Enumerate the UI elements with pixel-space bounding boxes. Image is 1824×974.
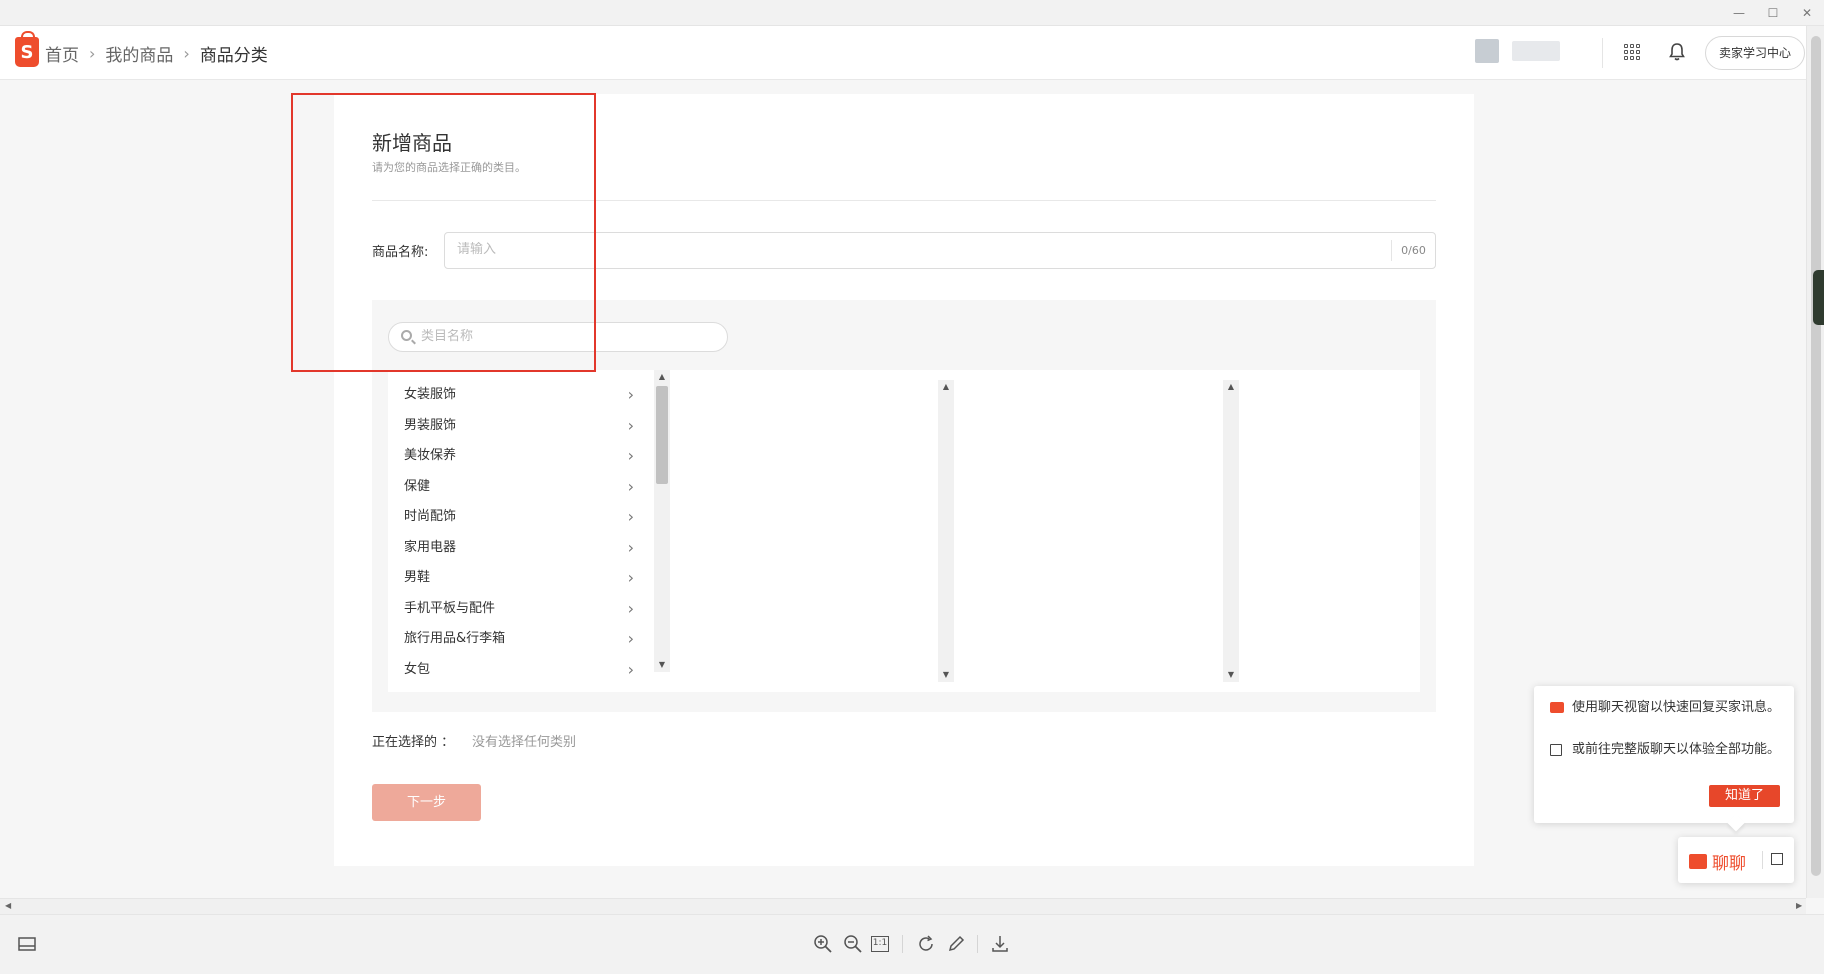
category-item[interactable]: 女包 › bbox=[388, 655, 646, 686]
highlight-box bbox=[291, 93, 596, 372]
zoom-in-icon[interactable] bbox=[812, 933, 834, 955]
chat-tip-text: 或前往完整版聊天以体验全部功能。 bbox=[1572, 742, 1781, 757]
divider bbox=[1762, 851, 1763, 869]
category-item-label: 时尚配饰 bbox=[404, 509, 457, 524]
shopee-logo-icon[interactable]: S bbox=[15, 31, 39, 67]
breadcrumb-home[interactable]: 首页 bbox=[45, 41, 79, 66]
chevron-right-icon: › bbox=[627, 385, 634, 404]
chat-button[interactable]: 聊聊 bbox=[1678, 837, 1794, 883]
zoom-out-icon[interactable] bbox=[842, 933, 864, 955]
category-item-label: 女装服饰 bbox=[404, 387, 457, 402]
category-item-label: 女包 bbox=[404, 661, 431, 677]
popout-icon bbox=[1550, 744, 1562, 756]
viewer-toolbar: 1:1 bbox=[0, 914, 1824, 974]
category-column-3-scrollbar[interactable]: ▲ ▼ bbox=[1223, 380, 1239, 682]
category-item[interactable]: 时尚配饰 › bbox=[388, 502, 646, 533]
category-item-label: 男装服饰 bbox=[404, 417, 457, 433]
breadcrumb-separator-icon: › bbox=[183, 44, 190, 63]
category-item[interactable]: 家用电器 › bbox=[388, 533, 646, 564]
toolbar-separator bbox=[977, 935, 978, 953]
header-divider bbox=[1602, 38, 1603, 68]
user-name-blurred[interactable] bbox=[1512, 41, 1560, 61]
top-header: S 首页 › 我的商品 › 商品分类 卖家学习中心 bbox=[0, 26, 1806, 80]
selected-category-value: 没有选择任何类别 bbox=[472, 735, 577, 750]
next-step-button[interactable]: 下一步 bbox=[372, 784, 481, 821]
category-item-label: 手机平板与配件 bbox=[404, 600, 496, 616]
chat-button-label: 聊聊 bbox=[1712, 854, 1746, 874]
category-item[interactable]: 旅行用品&行李箱 › bbox=[388, 624, 646, 655]
category-item[interactable]: 男鞋 › bbox=[388, 563, 646, 594]
download-icon[interactable] bbox=[989, 933, 1011, 955]
rotate-icon[interactable] bbox=[915, 933, 937, 955]
chevron-right-icon: › bbox=[627, 629, 634, 648]
chevron-right-icon: › bbox=[627, 568, 634, 587]
scroll-right-icon[interactable]: ▶ bbox=[1796, 901, 1802, 910]
category-item-label: 旅行用品&行李箱 bbox=[404, 631, 506, 646]
chat-bubble-icon bbox=[1550, 702, 1564, 713]
category-item-label: 家用电器 bbox=[404, 539, 457, 555]
chat-tooltip: 使用聊天视窗以快速回复买家讯息。 或前往完整版聊天以体验全部功能。 知道了 bbox=[1534, 686, 1794, 823]
category-list: 女装服饰 › 男装服饰 › 美妆保养 › 保健 › 时尚配饰 › 家用电器 › 男鞋 › 手机… bbox=[388, 380, 648, 685]
edit-icon[interactable] bbox=[945, 933, 967, 955]
chevron-right-icon: › bbox=[627, 598, 634, 618]
bell-icon[interactable] bbox=[1668, 42, 1686, 62]
page-vertical-scrollbar[interactable] bbox=[1806, 26, 1824, 898]
chat-bubble-icon bbox=[1689, 854, 1707, 869]
seller-learning-center-button[interactable]: 卖家学习中心 bbox=[1705, 36, 1805, 70]
got-it-button[interactable]: 知道了 bbox=[1709, 785, 1780, 807]
scroll-up-icon[interactable]: ▲ bbox=[654, 370, 670, 384]
breadcrumb-my-products[interactable]: 我的商品 bbox=[105, 41, 173, 66]
category-column-1: 女装服饰 › 男装服饰 › 美妆保养 › 保健 › 时尚配饰 › 家用电器 › 男鞋 › 手机… bbox=[388, 380, 648, 682]
chevron-right-icon: › bbox=[627, 415, 634, 435]
scrollbar-thumb[interactable] bbox=[1811, 36, 1821, 876]
scroll-up-icon[interactable]: ▲ bbox=[1223, 380, 1239, 394]
category-item[interactable]: 手机平板与配件 › bbox=[388, 594, 646, 625]
selected-category-label: 正在选择的 ： bbox=[372, 735, 455, 750]
chevron-right-icon: › bbox=[627, 446, 634, 465]
category-columns: 女装服饰 › 男装服饰 › 美妆保养 › 保健 › 时尚配饰 › 家用电器 › 男鞋 › 手机… bbox=[388, 370, 1420, 692]
chevron-right-icon: › bbox=[627, 537, 634, 557]
scroll-down-icon[interactable]: ▼ bbox=[938, 668, 954, 682]
category-item[interactable]: 美妆保养 › bbox=[388, 441, 646, 472]
side-widget-tab[interactable] bbox=[1813, 270, 1824, 325]
avatar[interactable] bbox=[1475, 39, 1499, 63]
category-item-label: 保健 bbox=[404, 478, 431, 494]
category-item[interactable]: 男装服饰 › bbox=[388, 411, 646, 442]
panel-toggle-icon[interactable] bbox=[16, 933, 38, 955]
actual-size-icon[interactable]: 1:1 bbox=[871, 936, 889, 952]
toolbar-separator bbox=[902, 935, 903, 953]
category-column-2-scrollbar[interactable]: ▲ ▼ bbox=[938, 380, 954, 682]
breadcrumb-current: 商品分类 bbox=[199, 46, 268, 66]
breadcrumb: 首页 › 我的商品 › 商品分类 bbox=[45, 41, 268, 66]
scroll-down-icon[interactable]: ▼ bbox=[1223, 668, 1239, 682]
breadcrumb-separator-icon: › bbox=[89, 44, 96, 63]
apps-grid-icon[interactable] bbox=[1624, 44, 1640, 60]
product-name-input[interactable] bbox=[457, 242, 1397, 257]
minimize-button[interactable]: — bbox=[1730, 4, 1748, 22]
scroll-left-icon[interactable]: ◀ bbox=[5, 901, 11, 910]
chevron-right-icon: › bbox=[627, 659, 634, 679]
scroll-down-icon[interactable]: ▼ bbox=[654, 658, 670, 672]
close-button[interactable]: ✕ bbox=[1798, 4, 1816, 22]
chat-tip-text: 使用聊天视窗以快速回复买家讯息。 bbox=[1572, 700, 1781, 715]
category-column-1-scrollbar[interactable]: ▲ ▼ bbox=[654, 370, 670, 672]
window-titlebar: — ☐ ✕ bbox=[0, 0, 1824, 26]
maximize-button[interactable]: ☐ bbox=[1764, 4, 1782, 22]
scroll-up-icon[interactable]: ▲ bbox=[938, 380, 954, 394]
category-item[interactable]: 保健 › bbox=[388, 472, 646, 503]
popout-icon[interactable] bbox=[1771, 853, 1783, 865]
chevron-right-icon: › bbox=[627, 507, 634, 526]
category-item[interactable]: 女装服饰 › bbox=[388, 380, 646, 411]
scrollbar-thumb[interactable] bbox=[656, 386, 668, 484]
page-horizontal-scrollbar[interactable]: ◀ ▶ bbox=[0, 898, 1806, 914]
category-item-label: 美妆保养 bbox=[404, 448, 457, 463]
product-name-counter: 0/60 bbox=[1391, 240, 1435, 261]
chevron-right-icon: › bbox=[627, 476, 634, 496]
category-item-label: 男鞋 bbox=[404, 570, 431, 585]
